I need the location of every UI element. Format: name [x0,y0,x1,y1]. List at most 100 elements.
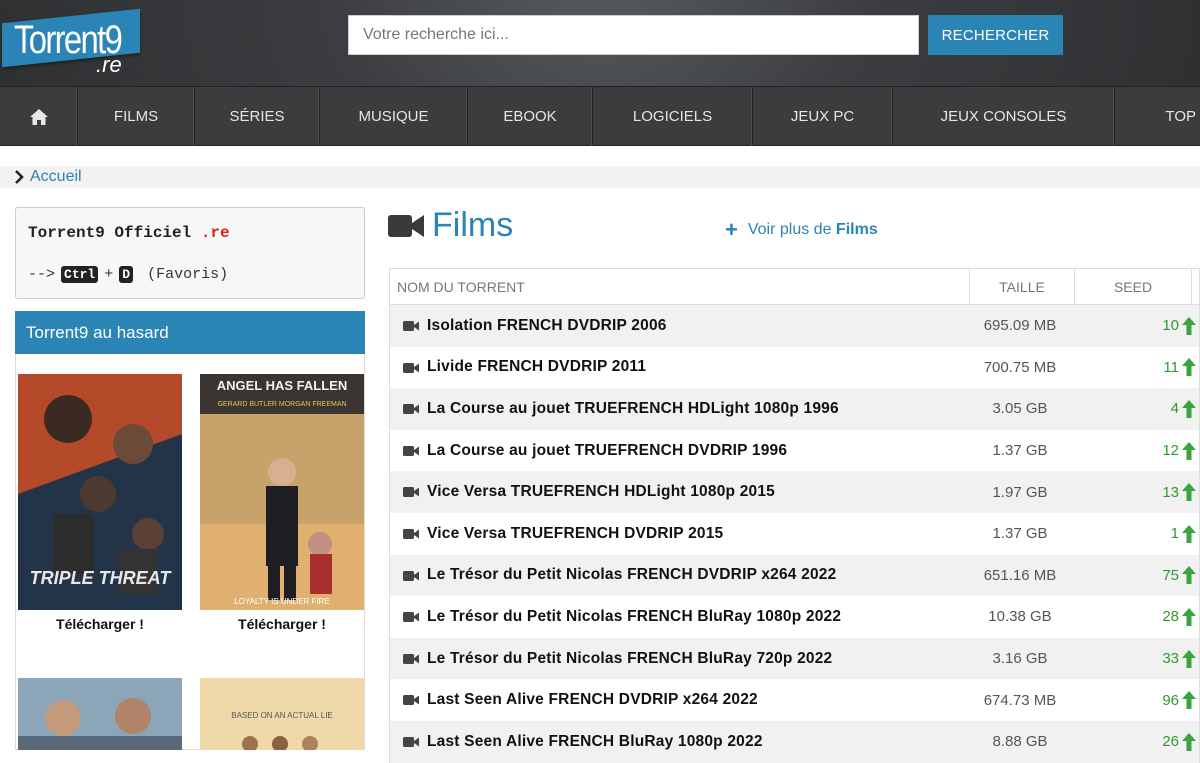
column-seed[interactable]: SEED [1075,269,1191,304]
d-key: D [119,266,134,283]
table-row[interactable]: La Course au jouet TRUEFRENCH DVDRIP 199… [390,429,1199,472]
torrent-title-link[interactable]: Vice Versa TRUEFRENCH DVDRIP 2015 [427,513,723,555]
table-row[interactable]: Livide FRENCH DVDRIP 2011 700.75 MB 11 [390,346,1199,389]
nav-jeux-consoles[interactable]: JEUX CONSOLES [893,87,1115,146]
chevron-right-icon [15,170,24,184]
torrent-title-link[interactable]: Last Seen Alive FRENCH DVDRIP x264 2022 [427,679,758,721]
seed-count: 10 [1162,317,1179,335]
nav-musique[interactable]: MUSIQUE [320,87,468,146]
seed-count: 1 [1170,525,1179,543]
search-input[interactable] [348,15,919,55]
table-row[interactable]: Last Seen Alive FRENCH BluRay 1080p 2022… [390,720,1199,763]
arrow-up-icon [1182,732,1196,751]
video-camera-icon [403,445,419,456]
table-body: Isolation FRENCH DVDRIP 2006 695.09 MB 10 L… [390,305,1199,763]
torrent-title-link[interactable]: La Course au jouet TRUEFRENCH DVDRIP 199… [427,430,787,472]
torrent-seed: 12 [1110,430,1196,472]
poster-angel-has-fallen[interactable]: ANGEL HAS FALLEN GERARD BUTLER MORGAN FR… [200,374,364,610]
video-camera-icon [403,653,419,664]
see-more-text: Voir plus de Films [748,221,878,239]
poster-tagline-text: LOYALTY IS UNDER FIRE [234,597,330,606]
column-name[interactable]: NOM DU TORRENT [397,269,525,304]
torrent-title-link[interactable]: Le Trésor du Petit Nicolas FRENCH BluRay… [427,596,841,638]
torrent-size: 674.73 MB [983,691,1057,709]
official-tld: .re [200,224,230,242]
poster-image: TRIPLE THREAT [18,374,182,610]
seed-count: 26 [1162,733,1179,751]
table-row[interactable]: Le Trésor du Petit Nicolas FRENCH BluRay… [390,637,1199,680]
table-row[interactable]: Isolation FRENCH DVDRIP 2006 695.09 MB 10 [390,305,1199,347]
torrent-size: 1.97 GB [992,483,1048,501]
column-divider [1191,269,1192,304]
plus-icon: + [725,217,738,242]
home-icon [29,108,48,125]
breadcrumb-home-link[interactable]: Accueil [30,168,82,186]
torrent-title-link[interactable]: Livide FRENCH DVDRIP 2011 [427,347,646,389]
poster-4[interactable]: BASED ON AN ACTUAL LIE [200,678,364,750]
table-row[interactable]: Le Trésor du Petit Nicolas FRENCH BluRay… [390,596,1199,638]
table-header: NOM DU TORRENT TAILLE SEED [390,269,1199,305]
video-camera-icon [403,695,419,706]
torrent-size: 10.38 GB [988,608,1052,626]
nav-home[interactable] [0,87,78,146]
poster-caption-1[interactable]: Télécharger ! [18,616,182,632]
arrow-up-icon [1182,441,1196,460]
seed-count: 12 [1162,442,1179,460]
random-section: TRIPLE THREAT Télécharger ! ANGEL HAS FA… [15,354,365,750]
poster-caption-2[interactable]: Télécharger ! [200,616,364,632]
video-camera-icon [403,570,419,581]
video-camera-icon [403,487,419,498]
table-row[interactable]: Vice Versa TRUEFRENCH DVDRIP 2015 1.37 GB… [390,512,1199,555]
poster-triple-threat[interactable]: TRIPLE THREAT [18,374,182,610]
torrent-title-link[interactable]: Last Seen Alive FRENCH BluRay 1080p 2022 [427,721,763,763]
nav-series[interactable]: SÉRIES [195,87,320,146]
see-more-prefix: Voir plus de [747,221,832,238]
torrent-size: 3.05 GB [992,400,1048,418]
poster-3[interactable] [18,678,182,750]
torrent-title-link[interactable]: Le Trésor du Petit Nicolas FRENCH DVDRIP… [427,555,836,597]
torrent-title-link[interactable]: Vice Versa TRUEFRENCH HDLight 1080p 2015 [427,471,775,513]
torrent-title-link[interactable]: Le Trésor du Petit Nicolas FRENCH BluRay… [427,638,832,680]
see-more-films-link[interactable]: + Voir plus de Films [725,217,878,242]
nav-logiciels[interactable]: LOGICIELS [593,87,753,146]
video-camera-icon [403,404,419,415]
table-row[interactable]: La Course au jouet TRUEFRENCH HDLight 10… [390,388,1199,430]
torrent-size: 695.09 MB [983,317,1057,335]
nav-films[interactable]: FILMS [78,87,195,146]
nav-ebook[interactable]: EBOOK [468,87,593,146]
torrent-size: 8.88 GB [992,733,1048,751]
search-button[interactable]: RECHERCHER [928,15,1063,55]
official-title: Torrent9 Officiel .re [28,224,230,242]
shortcut-label: (Favoris) [147,266,229,283]
torrent-size: 1.37 GB [992,442,1048,460]
arrow-up-icon [1182,358,1196,377]
nav-top[interactable]: TOP [1115,87,1200,146]
site-logo[interactable]: Torrent9 .re [0,8,142,76]
torrent-title-link[interactable]: Isolation FRENCH DVDRIP 2006 [427,305,667,347]
arrow-up-icon [1182,691,1196,710]
torrent-size: 651.16 MB [983,566,1057,584]
table-row[interactable]: Last Seen Alive FRENCH DVDRIP x264 2022 6… [390,679,1199,721]
shortcut-plus: + [104,266,114,283]
torrent-seed: 11 [1110,347,1196,389]
breadcrumb: Accueil [0,166,1200,188]
poster-names-text: GERARD BUTLER MORGAN FREEMAN [217,401,346,408]
torrent-size: 700.75 MB [983,358,1057,376]
section-title: Films [432,206,514,244]
arrow-up-icon [1182,483,1196,502]
random-section-title: Torrent9 au hasard [15,311,365,354]
arrow-up-icon [1182,524,1196,543]
video-camera-icon [403,362,419,373]
nav-jeux-pc[interactable]: JEUX PC [753,87,893,146]
arrow-up-icon [1182,607,1196,626]
torrent-title-link[interactable]: La Course au jouet TRUEFRENCH HDLight 10… [427,388,839,430]
poster-image [18,678,182,750]
table-row[interactable]: Vice Versa TRUEFRENCH HDLight 1080p 2015… [390,471,1199,513]
seed-count: 96 [1162,691,1179,709]
seed-count: 75 [1162,566,1179,584]
video-camera-icon [403,612,419,623]
site-header: Torrent9 .re RECHERCHER [0,0,1200,86]
table-row[interactable]: Le Trésor du Petit Nicolas FRENCH DVDRIP… [390,554,1199,597]
column-size[interactable]: TAILLE [970,269,1074,304]
poster-title-text: BASED ON AN ACTUAL LIE [231,711,333,720]
